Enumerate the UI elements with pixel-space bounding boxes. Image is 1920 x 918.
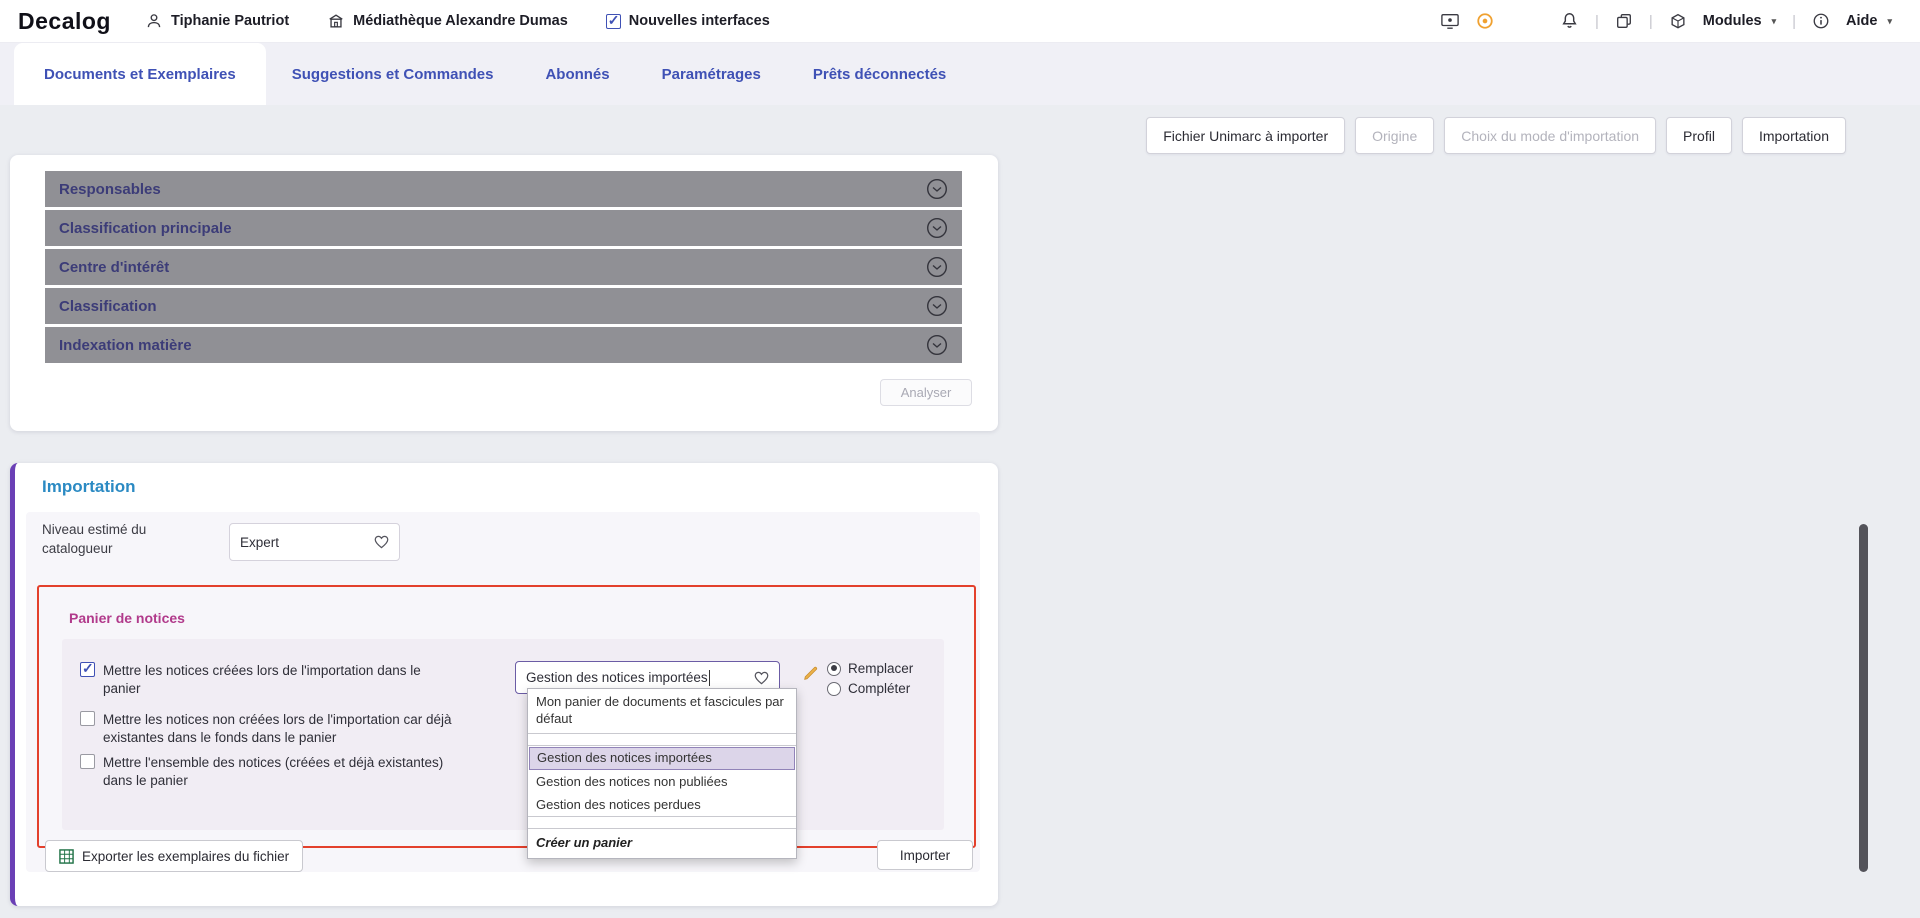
section-title: Importation [42,477,136,497]
radio-label: Remplacer [848,661,913,676]
radio-label: Compléter [848,681,910,696]
checkbox-row-notices-non-creees: Mettre les notices non créées lors de l'… [80,711,458,746]
notices-non-creees-checkbox[interactable] [80,711,95,726]
radio-row-remplacer: Remplacer [827,661,913,676]
tab-documents-et-exemplaires[interactable]: Documents et Exemplaires [14,43,266,105]
divider: | [1792,13,1796,30]
profil-accordion-card: Responsables Classification principale C… [10,155,998,431]
accordion-classification-principale[interactable]: Classification principale [45,210,962,246]
checkbox-row-notices-creees: Mettre les notices créées lors de l'impo… [80,662,458,697]
accordion-centre-interet[interactable]: Centre d'intérêt [45,249,962,285]
help-menu[interactable]: Aide ▾ [1846,13,1892,29]
new-interfaces-toggle[interactable]: Nouvelles interfaces [606,13,770,29]
divider: | [1595,13,1599,30]
chevron-down-icon: ▾ [1887,16,1892,27]
completer-radio[interactable] [827,682,841,696]
tab-parametrages[interactable]: Paramétrages [636,43,787,105]
screencast-icon[interactable] [1440,12,1460,30]
remplacer-radio[interactable] [827,662,841,676]
accordion-indexation-matiere[interactable]: Indexation matière [45,327,962,363]
step-fichier-unimarc-button[interactable]: Fichier Unimarc à importer [1146,117,1345,154]
dropdown-group-spacer [528,817,796,829]
checkbox-label: Mettre les notices non créées lors de l'… [103,711,458,746]
step-profil-button[interactable]: Profil [1666,117,1732,154]
dropdown-item-notices-non-publiees[interactable]: Gestion des notices non publiées [528,771,796,794]
divider: | [1649,13,1653,30]
analyser-button: Analyser [880,379,972,406]
export-exemplaires-button[interactable]: Exporter les exemplaires du fichier [45,840,303,872]
chevron-down-icon [926,217,948,239]
ensemble-notices-checkbox[interactable] [80,754,95,769]
topbar-actions: | | Modules ▾ | Aide ▾ [1440,11,1892,31]
checkbox-label: Mettre les notices créées lors de l'impo… [103,662,458,697]
checkbox-row-ensemble-notices: Mettre l'ensemble des notices (créées et… [80,754,458,789]
notices-creees-checkbox[interactable] [80,662,95,677]
modules-menu[interactable]: Modules ▾ [1703,13,1776,29]
aide-label: Aide [1846,13,1877,29]
copy-icon[interactable] [1615,12,1633,30]
text-cursor [709,670,710,686]
chevron-down-icon [926,334,948,356]
heart-dropdown-icon[interactable] [374,535,389,549]
modules-label: Modules [1703,13,1762,29]
assistant-icon[interactable] [1476,12,1494,30]
step-importation-button[interactable]: Importation [1742,117,1846,154]
main-tabs: Documents et Exemplaires Suggestions et … [0,43,1920,105]
accordion-responsables[interactable]: Responsables [45,171,962,207]
app-logo: Decalog [18,8,111,35]
export-label: Exporter les exemplaires du fichier [82,849,289,864]
dropdown-group-spacer [528,734,796,746]
spreadsheet-icon [59,849,74,864]
new-interfaces-checkbox-icon[interactable] [606,14,621,29]
step-origine-button: Origine [1355,117,1434,154]
building-icon [327,12,345,30]
heart-dropdown-icon[interactable] [754,671,769,685]
panier-combobox-value: Gestion des notices importées [526,670,708,685]
dropdown-item-creer-un-panier[interactable]: Créer un panier [528,829,796,858]
package-icon [1669,12,1687,30]
tab-prets-deconnectes[interactable]: Prêts déconnectés [787,43,972,105]
checkbox-label: Mettre l'ensemble des notices (créées et… [103,754,458,789]
mode-radio-group: Remplacer Compléter [827,661,913,696]
user-menu[interactable]: Tiphanie Pautriot [145,12,289,30]
person-icon [145,12,163,30]
tab-abonnes[interactable]: Abonnés [519,43,635,105]
user-name: Tiphanie Pautriot [171,13,289,29]
niveau-catalogueur-label: Niveau estimé du catalogueur [42,521,182,559]
dropdown-item-default[interactable]: Mon panier de documents et fascicules pa… [528,689,796,734]
new-interfaces-label: Nouvelles interfaces [629,13,770,29]
library-name: Médiathèque Alexandre Dumas [353,13,568,29]
accordion-classification[interactable]: Classification [45,288,962,324]
tab-suggestions-et-commandes[interactable]: Suggestions et Commandes [266,43,520,105]
radio-row-completer: Compléter [827,681,913,696]
vertical-scrollbar-thumb[interactable] [1859,524,1868,872]
chevron-down-icon [926,178,948,200]
bell-icon[interactable] [1560,11,1579,31]
niveau-catalogueur-value: Expert [240,535,279,550]
dropdown-item-notices-perdues[interactable]: Gestion des notices perdues [528,794,796,818]
importation-card: Importation Niveau estimé du catalogueur… [10,463,998,906]
dropdown-item-notices-importees[interactable]: Gestion des notices importées [529,747,795,770]
pencil-icon[interactable] [802,664,820,682]
chevron-down-icon [926,295,948,317]
library-menu[interactable]: Médiathèque Alexandre Dumas [327,12,568,30]
panier-de-notices-title: Panier de notices [69,610,185,626]
wizard-steps: Fichier Unimarc à importer Origine Choix… [1146,117,1846,154]
step-choix-mode-button: Choix du mode d'importation [1444,117,1656,154]
chevron-down-icon: ▾ [1772,16,1777,27]
info-icon [1812,12,1830,30]
chevron-down-icon [926,256,948,278]
niveau-catalogueur-combobox[interactable]: Expert [229,523,400,561]
panier-dropdown-list: Mon panier de documents et fascicules pa… [527,688,797,859]
importer-button[interactable]: Importer [877,840,973,870]
topbar: Decalog Tiphanie Pautriot Médiathèque Al… [0,0,1920,43]
